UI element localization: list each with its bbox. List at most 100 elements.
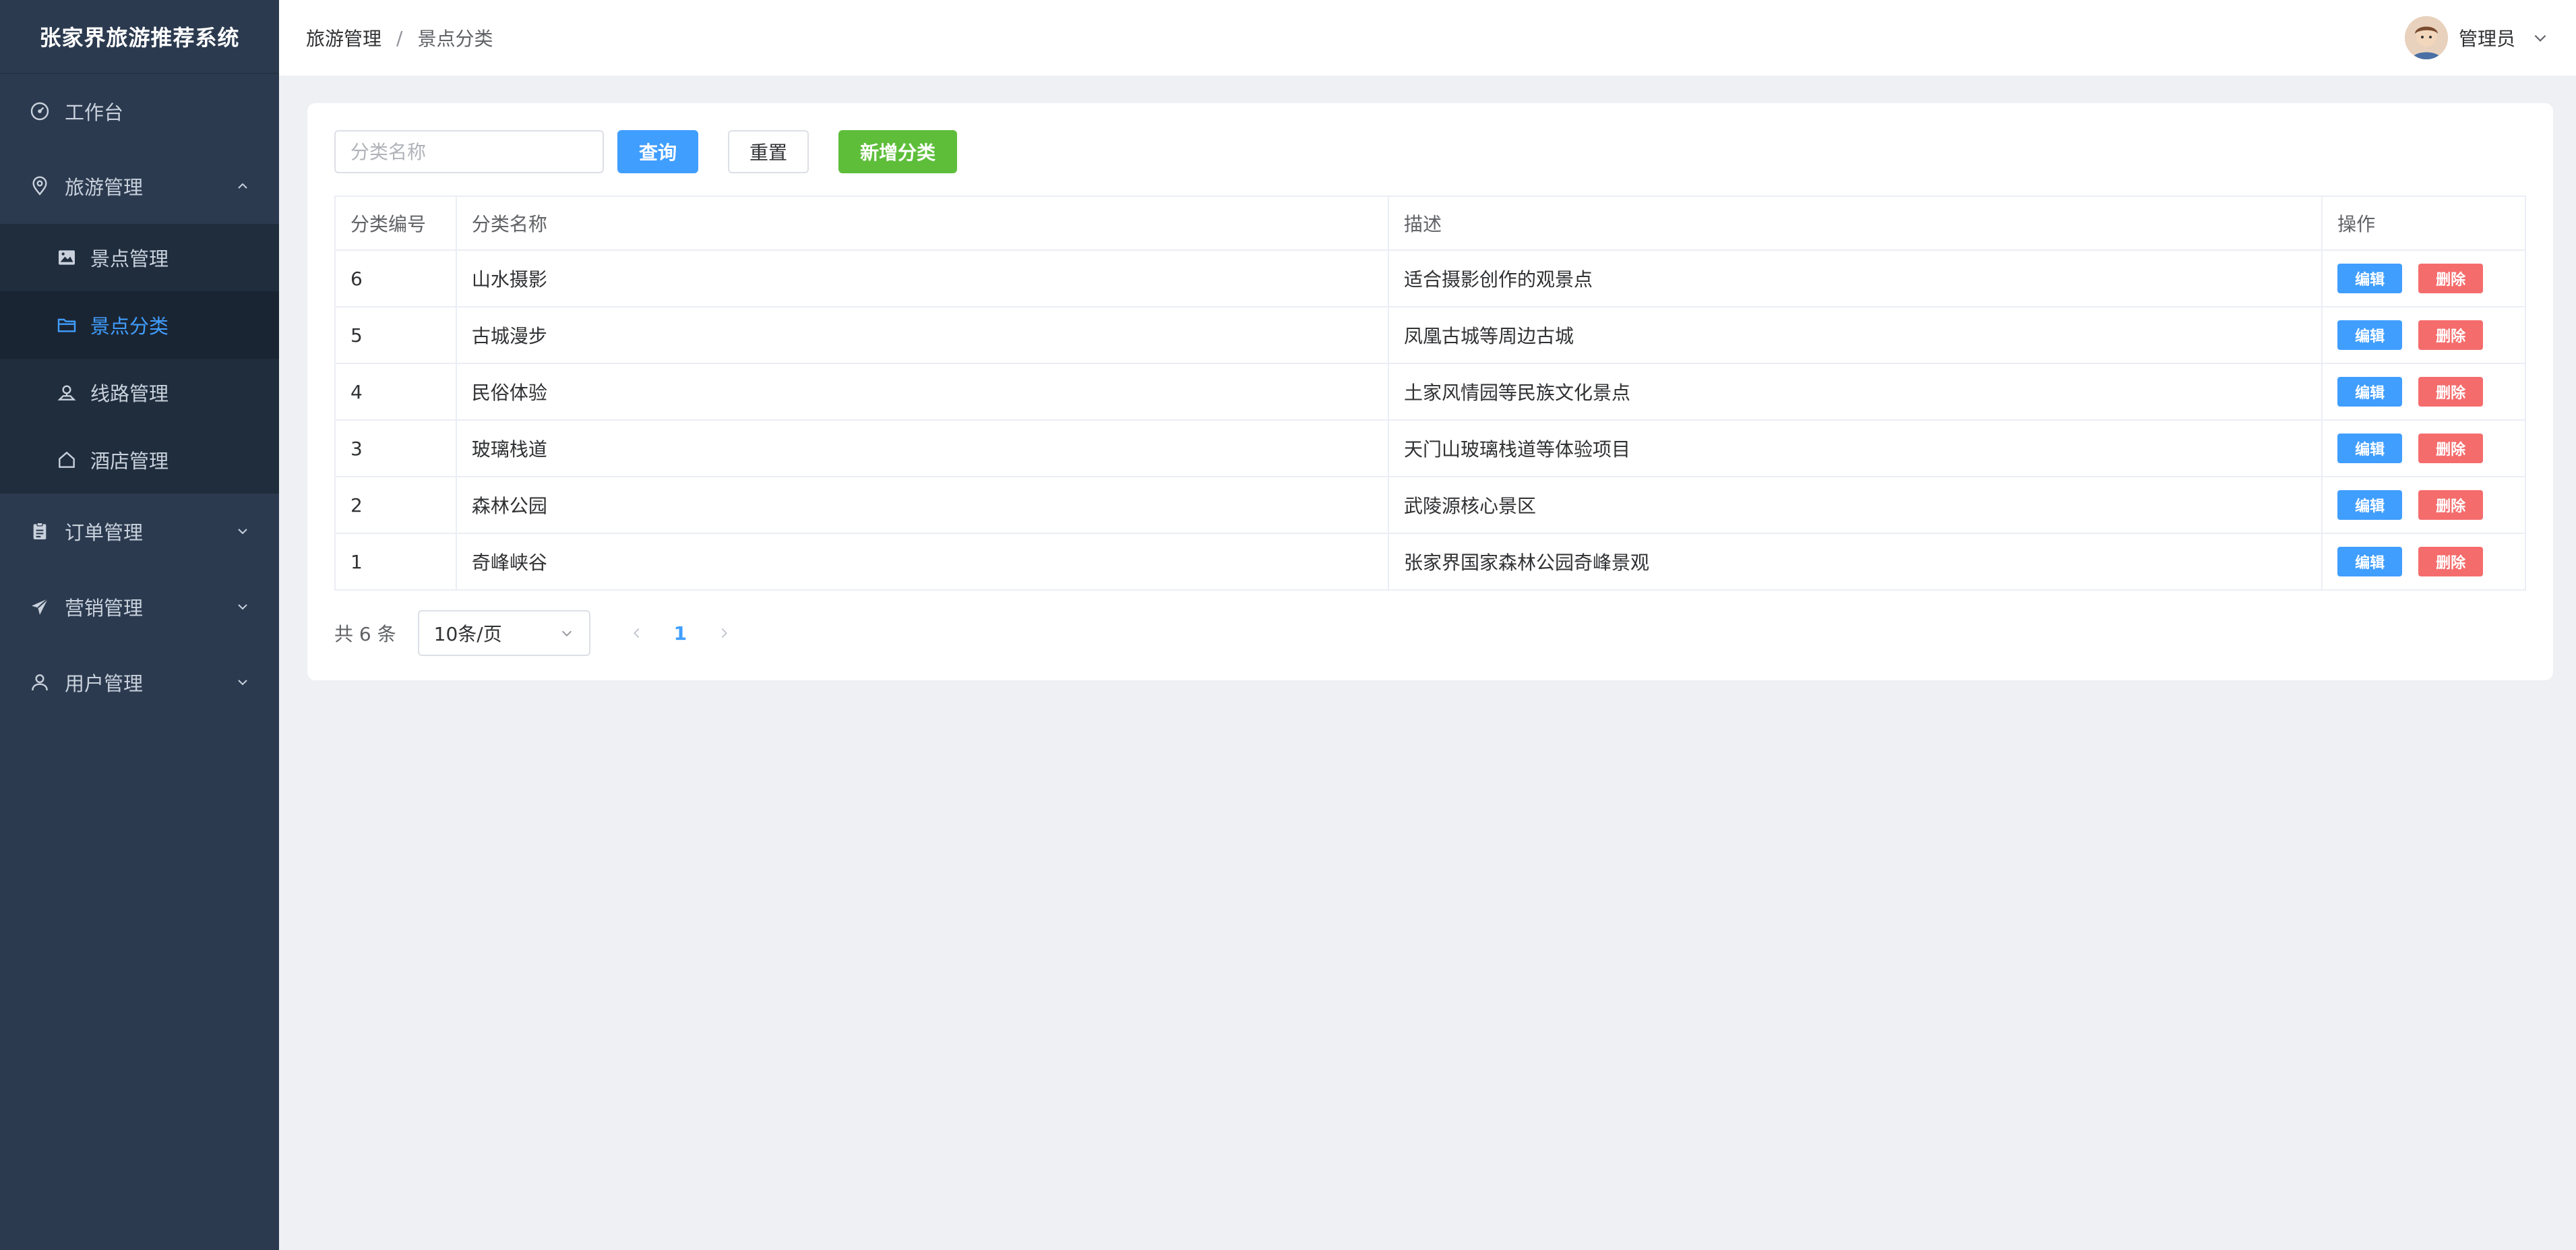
cell-desc: 适合摄影创作的观景点	[1387, 249, 2323, 307]
cell-name: 奇峰峡谷	[455, 533, 1390, 591]
chevron-down-icon	[2534, 34, 2546, 42]
page-number-current[interactable]: 1	[674, 622, 687, 645]
delete-button[interactable]: 删除	[2418, 547, 2484, 576]
cell-name: 古城漫步	[455, 306, 1390, 364]
cell-ops: 编辑 删除	[2321, 363, 2526, 421]
table-header-row: 分类编号 分类名称 描述 操作	[334, 196, 2526, 251]
app: 张家界旅游推荐系统 工作台 旅游管理 景点管理 景点分类 线路管理 酒店管理 订…	[0, 0, 2576, 1250]
chevron-down-icon	[561, 630, 572, 636]
sidebar-item-label: 订单管理	[65, 521, 144, 544]
top-header: 旅游管理 / 景点分类 管理员	[279, 0, 2576, 76]
cell-ops: 编辑 删除	[2321, 533, 2526, 591]
breadcrumb-item-tourism[interactable]: 旅游管理	[306, 24, 381, 51]
column-header-name: 分类名称	[455, 196, 1390, 251]
sidebar-item-marketing[interactable]: 营销管理	[0, 569, 279, 645]
cell-ops: 编辑 删除	[2321, 249, 2526, 307]
pagination: 共 6 条 10条/页 1	[334, 609, 734, 657]
cell-ops: 编辑 删除	[2321, 419, 2526, 477]
sidebar-item-label: 用户管理	[65, 672, 144, 695]
sidebar: 张家界旅游推荐系统 工作台 旅游管理 景点管理 景点分类 线路管理 酒店管理 订…	[0, 0, 279, 1250]
edit-button[interactable]: 编辑	[2337, 490, 2403, 520]
image-icon	[55, 246, 78, 269]
breadcrumb-item-current: 景点分类	[417, 28, 493, 50]
app-title: 张家界旅游推荐系统	[0, 0, 279, 74]
breadcrumb-separator: /	[396, 26, 403, 49]
sidebar-item-dashboard[interactable]: 工作台	[0, 74, 279, 148]
prev-page-button[interactable]	[627, 623, 647, 643]
home-icon	[55, 448, 78, 471]
search-toolbar: 查询 重置 新增分类	[334, 130, 957, 173]
chevron-down-icon	[238, 680, 247, 686]
sidebar-item-label: 酒店管理	[90, 450, 169, 473]
cell-desc: 天门山玻璃栈道等体验项目	[1387, 419, 2323, 477]
add-category-button[interactable]: 新增分类	[838, 130, 957, 173]
send-icon	[28, 595, 51, 618]
edit-button[interactable]: 编辑	[2337, 547, 2403, 576]
reset-button[interactable]: 重置	[728, 130, 809, 173]
cell-ops: 编辑 删除	[2321, 476, 2526, 534]
delete-button[interactable]: 删除	[2418, 377, 2484, 407]
delete-button[interactable]: 删除	[2418, 320, 2484, 350]
cell-id: 5	[334, 306, 457, 364]
sidebar-item-label: 线路管理	[90, 382, 169, 405]
chevron-left-icon	[633, 628, 640, 638]
table-row: 2 森林公园 武陵源核心景区 编辑 删除	[334, 476, 2526, 534]
category-card: 查询 重置 新增分类 分类编号 分类名称 描述 操作 6 山水摄影 适合摄影创作…	[307, 103, 2553, 680]
table-row: 3 玻璃栈道 天门山玻璃栈道等体验项目 编辑 删除	[334, 419, 2526, 477]
table-row: 1 奇峰峡谷 张家界国家森林公园奇峰景观 编辑 删除	[334, 533, 2526, 591]
edit-button[interactable]: 编辑	[2337, 434, 2403, 463]
cell-desc: 凤凰古城等周边古城	[1387, 306, 2323, 364]
breadcrumb: 旅游管理 / 景点分类	[306, 24, 493, 51]
chevron-up-icon	[238, 183, 247, 189]
sidebar-item-label: 工作台	[65, 101, 124, 124]
cell-name: 民俗体验	[455, 363, 1390, 421]
sidebar-item-attractions[interactable]: 景点管理	[0, 224, 279, 291]
sidebar-item-routes[interactable]: 线路管理	[0, 359, 279, 426]
sidebar-item-label: 营销管理	[65, 597, 144, 620]
sidebar-item-hotels[interactable]: 酒店管理	[0, 426, 279, 494]
column-header-desc: 描述	[1387, 196, 2323, 251]
table-row: 4 民俗体验 土家风情园等民族文化景点 编辑 删除	[334, 363, 2526, 421]
clipboard-icon	[28, 520, 51, 543]
chevron-down-icon	[238, 604, 247, 610]
avatar	[2404, 16, 2448, 59]
sidebar-item-orders[interactable]: 订单管理	[0, 494, 279, 569]
sidebar-item-label: 旅游管理	[65, 176, 144, 199]
route-icon	[55, 381, 78, 404]
column-header-id: 分类编号	[334, 196, 457, 251]
cell-name: 山水摄影	[455, 249, 1390, 307]
submenu-tourism: 景点管理 景点分类 线路管理 酒店管理	[0, 224, 279, 494]
user-name: 管理员	[2458, 28, 2515, 50]
dashboard-icon	[28, 100, 51, 123]
user-menu[interactable]: 管理员	[2404, 13, 2549, 62]
cell-desc: 土家风情园等民族文化景点	[1387, 363, 2323, 421]
location-icon	[28, 175, 51, 198]
sidebar-item-users[interactable]: 用户管理	[0, 645, 279, 720]
folder-icon	[55, 314, 78, 336]
cell-id: 1	[334, 533, 457, 591]
chevron-down-icon	[238, 529, 247, 535]
sidebar-item-tourism[interactable]: 旅游管理	[0, 148, 279, 224]
edit-button[interactable]: 编辑	[2337, 264, 2403, 293]
page-size-select[interactable]: 10条/页	[417, 610, 590, 656]
cell-desc: 张家界国家森林公园奇峰景观	[1387, 533, 2323, 591]
query-button[interactable]: 查询	[617, 130, 698, 173]
cell-name: 玻璃栈道	[455, 419, 1390, 477]
table-row: 6 山水摄影 适合摄影创作的观景点 编辑 删除	[334, 249, 2526, 307]
edit-button[interactable]: 编辑	[2337, 320, 2403, 350]
edit-button[interactable]: 编辑	[2337, 377, 2403, 407]
user-icon	[28, 671, 51, 694]
delete-button[interactable]: 删除	[2418, 490, 2484, 520]
cell-id: 3	[334, 419, 457, 477]
delete-button[interactable]: 删除	[2418, 264, 2484, 293]
cell-desc: 武陵源核心景区	[1387, 476, 2323, 534]
chevron-right-icon	[721, 628, 728, 638]
next-page-button[interactable]	[714, 623, 734, 643]
category-table: 分类编号 分类名称 描述 操作 6 山水摄影 适合摄影创作的观景点 编辑 删除 5	[334, 196, 2526, 591]
sidebar-item-categories[interactable]: 景点分类	[0, 291, 279, 359]
cell-id: 6	[334, 249, 457, 307]
sidebar-item-label: 景点管理	[90, 247, 169, 270]
cell-id: 2	[334, 476, 457, 534]
delete-button[interactable]: 删除	[2418, 434, 2484, 463]
category-name-input[interactable]	[334, 130, 604, 173]
